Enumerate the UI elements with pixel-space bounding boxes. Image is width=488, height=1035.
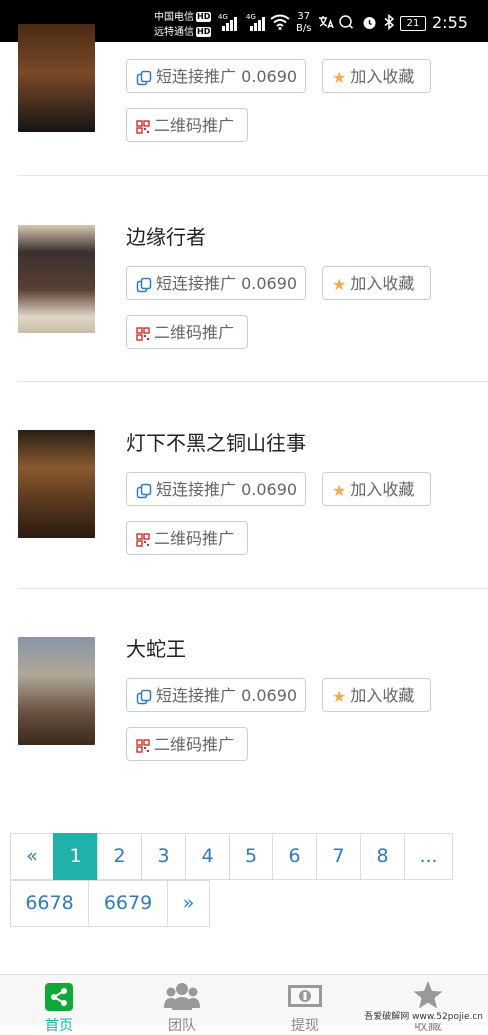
tab-team[interactable]: 团队 [132,975,232,1034]
divider [18,588,488,589]
add-favorite-button[interactable]: ★ 加入收藏 [322,266,431,300]
hd-badge: HD [196,12,212,22]
star-icon: ★ [332,67,347,87]
star-icon [413,981,443,1009]
add-favorite-button[interactable]: ★ 加入收藏 [322,472,431,506]
star-icon: ★ [332,686,347,706]
carrier-1: 中国电信 [154,12,194,23]
carrier-2: 远特通信 [154,27,194,38]
short-link-button[interactable]: 短连接推广 0.0690 [126,472,306,506]
short-link-button[interactable]: 短连接推广 0.0690 [126,59,306,93]
copy-link-icon [136,277,152,292]
team-icon [164,983,200,1010]
qrcode-button[interactable]: 二维码推广 [126,521,248,555]
page-ellipsis: ... [404,833,453,880]
tab-label: 团队 [168,1018,196,1034]
page-5[interactable]: 5 [229,833,273,880]
movie-title[interactable]: 边缘行者 [126,221,206,250]
short-link-button[interactable]: 短连接推广 0.0690 [126,266,306,300]
bluetooth-icon [384,14,395,30]
movie-title[interactable]: 大蛇王 [126,633,186,662]
divider [18,175,488,176]
tab-home[interactable]: 首页 [9,975,109,1034]
movie-title[interactable]: 灯下不黑之铜山往事 [126,427,306,456]
qrcode-icon [136,119,150,134]
carrier-info: 中国电信 HD 远特通信 HD [154,10,212,40]
tab-label: 提现 [291,1018,319,1034]
bottom-tab-bar: 首页 团队 提现 收藏 吾爱破解网 www.52pojie.cn [0,974,488,1034]
qrcode-icon [136,326,150,341]
add-favorite-button[interactable]: ★ 加入收藏 [322,678,431,712]
page-6678[interactable]: 6678 [10,880,89,927]
network-speed: 37 B/s [296,11,312,34]
share-icon [45,983,73,1011]
movie-poster[interactable] [18,225,95,333]
signal-icon: 4G [246,13,266,31]
page-next[interactable]: » [167,880,210,927]
battery-indicator: 21 [400,16,426,31]
qrcode-button[interactable]: 二维码推广 [126,315,248,349]
star-icon: ★ [332,274,347,294]
add-favorite-button[interactable]: ★ 加入收藏 [322,59,431,93]
copy-link-icon [136,70,152,85]
page-7[interactable]: 7 [316,833,361,880]
tab-label: 首页 [45,1018,73,1034]
qrcode-button[interactable]: 二维码推广 [126,108,248,142]
movie-poster[interactable] [18,637,95,745]
copy-link-icon [136,689,152,704]
watermark: 吾爱破解网 www.52pojie.cn [361,1008,486,1023]
signal-icon: 4G [218,13,238,31]
tab-withdraw[interactable]: 提现 [255,975,355,1034]
page-8[interactable]: 8 [360,833,405,880]
wifi-icon [270,14,290,30]
short-link-button[interactable]: 短连接推广 0.0690 [126,678,306,712]
cash-icon [288,985,322,1007]
page-4[interactable]: 4 [185,833,230,880]
star-icon: ★ [332,480,347,500]
page-1[interactable]: 1 [53,833,98,880]
page-2[interactable]: 2 [97,833,142,880]
chat-icon [339,15,354,29]
page-6679[interactable]: 6679 [88,880,168,927]
hd-badge: HD [196,27,212,37]
divider [18,381,488,382]
clock: 2:55 [432,13,468,32]
translate-icon [319,16,334,29]
page-prev[interactable]: « [10,833,54,880]
qrcode-icon [136,532,150,547]
movie-poster[interactable] [18,24,95,132]
alarm-icon [363,17,376,29]
movie-poster[interactable] [18,430,95,538]
qrcode-button[interactable]: 二维码推广 [126,727,248,761]
page-6[interactable]: 6 [272,833,317,880]
copy-link-icon [136,483,152,498]
page-3[interactable]: 3 [141,833,186,880]
qrcode-icon [136,738,150,753]
